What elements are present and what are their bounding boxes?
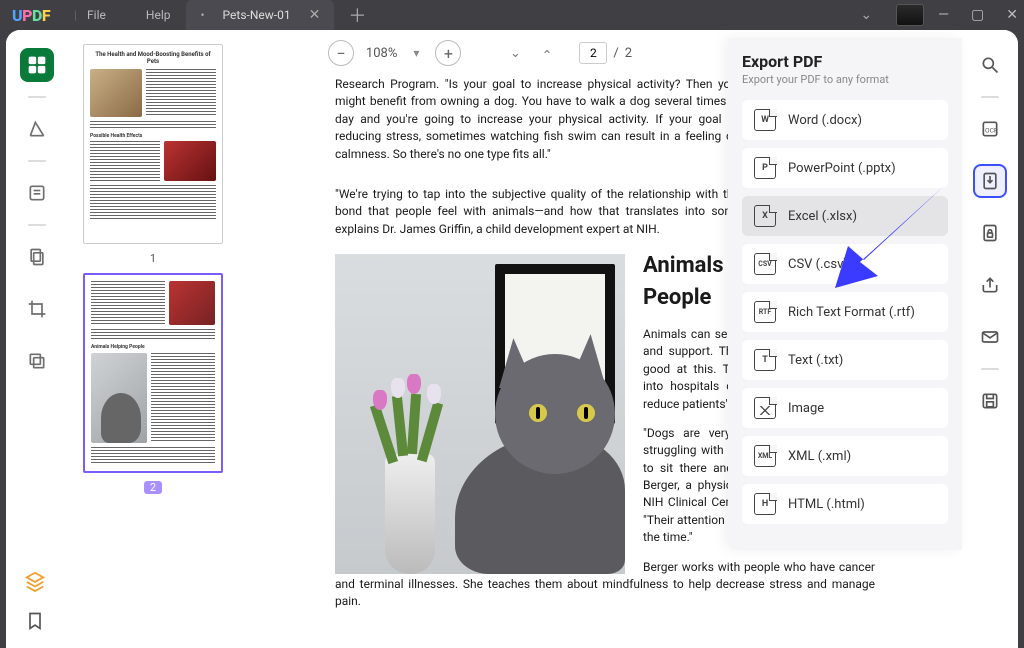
export-option-label: HTML (.html) (788, 497, 865, 512)
current-page-input[interactable] (579, 42, 607, 64)
export-option-html[interactable]: H HTML (.html) (742, 484, 948, 524)
image-icon (754, 397, 776, 419)
search-button[interactable] (973, 48, 1007, 82)
export-subtitle: Export your PDF to any format (742, 73, 948, 86)
thumbnails-panel-button[interactable] (20, 48, 54, 82)
rtf-icon: RTF (754, 301, 776, 323)
bookmarks-button[interactable] (20, 112, 54, 146)
view-toolbar: − 108% ▾ + ⌄ ⌄ / 2 (248, 30, 712, 76)
thumbnail-panel: The Health and Mood-Boosting Benefits of… (68, 30, 248, 648)
export-option-powerpoint[interactable]: P PowerPoint (.pptx) (742, 148, 948, 188)
zoom-dropdown-icon[interactable]: ▾ (413, 46, 419, 60)
page-separator: / (613, 46, 618, 61)
export-option-label: Rich Text Format (.rtf) (788, 305, 915, 320)
protect-button[interactable] (973, 216, 1007, 250)
bottom-left-tools (22, 568, 48, 634)
excel-icon: X (754, 205, 776, 227)
csv-icon: CSV (754, 253, 776, 275)
ocr-button[interactable]: OCR (973, 112, 1007, 146)
menu-help[interactable]: Help (146, 8, 171, 22)
titlebar: UPDF | File Help • Pets-New-01 ✕ ＋ ⌄ — ▢… (0, 0, 1024, 30)
word-icon: W (754, 109, 776, 131)
export-option-xml[interactable]: XML XML (.xml) (742, 436, 948, 476)
export-panel: Export PDF Export your PDF to any format… (728, 38, 962, 550)
export-option-excel[interactable]: X Excel (.xlsx) (742, 196, 948, 236)
export-option-csv[interactable]: CSV CSV (.csv) (742, 244, 948, 284)
bookmark-ribbon-button[interactable] (22, 608, 48, 634)
thumb1-page-number: 1 (150, 252, 156, 265)
svg-text:OCR: OCR (985, 126, 998, 134)
doc-para-1: Research Program. "Is your goal to incre… (335, 76, 737, 174)
export-option-text[interactable]: T Text (.txt) (742, 340, 948, 380)
rail-divider (28, 224, 46, 226)
layers-button[interactable] (20, 344, 54, 378)
next-page-button[interactable]: ⌄ (537, 46, 557, 61)
export-option-label: Image (788, 401, 824, 416)
thumb1-h2: Possible Health Effects (90, 133, 216, 139)
tab-title: Pets-New-01 (223, 8, 291, 22)
export-option-label: PowerPoint (.pptx) (788, 161, 896, 176)
share-button[interactable] (973, 268, 1007, 302)
page-thumbnail-2[interactable]: Animals Helping People (83, 273, 223, 473)
right-tool-rail: OCR (962, 30, 1018, 648)
pages-button[interactable] (20, 240, 54, 274)
minimize-button[interactable]: — (938, 7, 949, 23)
comments-button[interactable] (20, 176, 54, 210)
zoom-out-button[interactable]: − (328, 40, 354, 66)
export-title: Export PDF (742, 52, 948, 71)
page-thumbnail-1[interactable]: The Health and Mood-Boosting Benefits of… (83, 44, 223, 244)
prev-page-button[interactable]: ⌄ (505, 46, 525, 61)
document-tab[interactable]: • Pets-New-01 ✕ (186, 0, 334, 30)
export-option-rtf[interactable]: RTF Rich Text Format (.rtf) (742, 292, 948, 332)
cat-image (335, 254, 625, 574)
crop-button[interactable] (20, 292, 54, 326)
html-icon: H (754, 493, 776, 515)
xml-icon: XML (754, 445, 776, 467)
zoom-in-button[interactable]: + (435, 40, 461, 66)
export-option-label: Word (.docx) (788, 113, 862, 128)
rail-divider (28, 96, 46, 98)
zoom-value: 108% (366, 46, 397, 61)
email-button[interactable] (973, 320, 1007, 354)
thumb2-page-number: 2 (144, 481, 162, 494)
close-tab-icon[interactable]: ✕ (309, 7, 321, 23)
maximize-button[interactable]: ▢ (971, 7, 984, 23)
left-tool-rail (6, 30, 68, 648)
app-body: The Health and Mood-Boosting Benefits of… (6, 30, 1018, 648)
rail-divider (981, 96, 999, 98)
add-tab-button[interactable]: ＋ (348, 2, 366, 28)
save-button[interactable] (973, 384, 1007, 418)
export-option-label: Text (.txt) (788, 353, 843, 368)
powerpoint-icon: P (754, 157, 776, 179)
export-option-label: Excel (.xlsx) (788, 209, 857, 224)
thumb2-heading: Animals Helping People (91, 344, 215, 350)
tabs-dropdown-icon[interactable]: ⌄ (860, 7, 872, 23)
export-option-label: XML (.xml) (788, 449, 851, 464)
tab-modified-icon: • (200, 8, 204, 22)
export-option-word[interactable]: W Word (.docx) (742, 100, 948, 140)
app-logo: UPDF (12, 6, 50, 25)
rail-divider (28, 160, 46, 162)
close-window-button[interactable]: ✕ (1006, 7, 1018, 23)
export-pdf-button[interactable] (973, 164, 1007, 198)
thumb1-title: The Health and Mood-Boosting Benefits of… (90, 51, 216, 65)
menu-file[interactable]: File (87, 8, 106, 22)
rail-divider (981, 368, 999, 370)
account-badge[interactable] (896, 4, 924, 26)
layers-stack-button[interactable] (22, 568, 48, 594)
export-option-label: CSV (.csv) (788, 257, 848, 272)
text-icon: T (754, 349, 776, 371)
total-pages: 2 (625, 46, 632, 61)
export-option-image[interactable]: Image (742, 388, 948, 428)
